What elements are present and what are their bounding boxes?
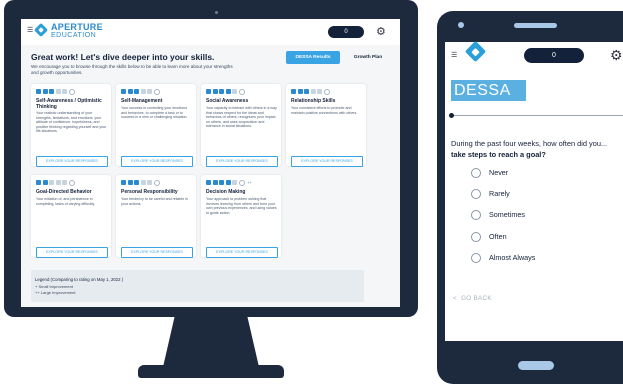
skill-title: Self-Management [121, 98, 163, 104]
answer-option-almost-always[interactable]: Almost Always [471, 252, 535, 263]
notification-count[interactable]: 0 [524, 48, 584, 63]
phone-home-button[interactable] [518, 361, 554, 370]
legend-box: Legend (Comparing to rating on May 1, 20… [31, 270, 364, 302]
legend-title: Legend (Comparing to rating on May 1, 20… [35, 277, 124, 282]
phone-speaker [514, 23, 557, 28]
section-header: DESSA [451, 80, 526, 101]
progress-marker [449, 113, 454, 118]
question-text: take steps to reach a goal? [451, 150, 546, 159]
rating-dots [291, 88, 330, 95]
skill-card: ++ Decision Making Your approach to prob… [201, 175, 281, 258]
desktop-screen: ☰ APERTURE EDUCATION 0 ⚙ Great work! Let… [21, 19, 400, 307]
brand-sub: EDUCATION [51, 32, 97, 39]
monitor-stand-neck [163, 317, 259, 367]
radio-icon[interactable] [471, 252, 481, 263]
radio-icon[interactable] [471, 231, 481, 242]
radio-icon[interactable] [471, 167, 481, 178]
skill-title: Personal Responsibility [121, 189, 178, 195]
gear-icon[interactable]: ⚙ [376, 25, 386, 38]
skill-card: Personal Responsibility Your tendency to… [116, 175, 196, 258]
rating-dots [121, 179, 160, 186]
option-label: Almost Always [489, 253, 536, 262]
option-label: Sometimes [489, 210, 525, 219]
option-label: Rarely [489, 189, 510, 198]
rating-dots [36, 179, 75, 186]
go-back-link[interactable]: < GO BACK [453, 295, 492, 302]
option-label: Often [489, 232, 507, 241]
option-label: Never [489, 168, 509, 177]
skill-card: Self-Awareness / Optimistic Thinking You… [31, 84, 111, 167]
explore-responses-button[interactable]: EXPLORE YOUR RESPONSES [206, 156, 278, 167]
explore-responses-button[interactable]: EXPLORE YOUR RESPONSES [36, 247, 108, 258]
answer-option-never[interactable]: Never [471, 167, 508, 178]
skill-title: Relationship Skills [291, 98, 336, 104]
skill-description: Your capacity to interact with others in… [206, 106, 277, 129]
rating-dots [121, 88, 160, 95]
rating-dots: ++ [206, 179, 252, 186]
gear-icon[interactable]: ⚙ [610, 47, 623, 64]
answer-option-rarely[interactable]: Rarely [471, 188, 510, 199]
go-back-label: GO BACK [461, 295, 492, 302]
question-prompt: During the past four weeks, how often di… [451, 139, 608, 148]
notification-count[interactable]: 0 [328, 26, 364, 38]
aperture-logo-icon [33, 22, 49, 38]
skill-title: Social Awareness [206, 98, 249, 104]
legend-large-improvement: ++ Large Improvement [35, 290, 76, 295]
skill-description: Your success in controlling your emotion… [121, 106, 188, 120]
explore-responses-button[interactable]: EXPLORE YOUR RESPONSES [36, 156, 108, 167]
explore-responses-button[interactable]: EXPLORE YOUR RESPONSES [121, 156, 193, 167]
page-title: Great work! Let's dive deeper into your … [31, 52, 215, 62]
tab-dessa-results[interactable]: DESSA Results [286, 51, 340, 64]
explore-responses-button[interactable]: EXPLORE YOUR RESPONSES [206, 247, 278, 258]
skill-card: Social Awareness Your capacity to intera… [201, 84, 281, 167]
skill-card: Relationship Skills Your consistent effo… [286, 84, 366, 167]
radio-icon[interactable] [471, 188, 481, 199]
skill-title: Self-Awareness / Optimistic Thinking [36, 98, 102, 110]
tab-growth-plan[interactable]: Growth Plan [343, 51, 393, 64]
hamburger-icon[interactable]: ☰ [451, 51, 457, 59]
radio-icon[interactable] [471, 209, 481, 220]
legend-small-improvement: + Small Improvement [35, 284, 73, 289]
progress-track [451, 115, 623, 116]
top-nav-bar: ☰ APERTURE EDUCATION 0 ⚙ [21, 19, 400, 45]
answer-option-often[interactable]: Often [471, 231, 507, 242]
desktop-monitor: ☰ APERTURE EDUCATION 0 ⚙ Great work! Let… [4, 0, 418, 317]
skill-description: Your consistent efforts to promote and m… [291, 106, 358, 115]
rating-dots [36, 88, 75, 95]
skill-description: Your approach to problem solving that in… [206, 197, 277, 215]
skill-description: Your tendency to be careful and reliable… [121, 197, 188, 206]
webcam [215, 11, 218, 14]
phone-camera [458, 22, 464, 28]
skill-card: Goal-Directed Behavior Your initiation o… [31, 175, 111, 258]
explore-responses-button[interactable]: EXPLORE YOUR RESPONSES [291, 156, 363, 167]
explore-responses-button[interactable]: EXPLORE YOUR RESPONSES [121, 247, 193, 258]
hamburger-icon[interactable]: ☰ [27, 27, 33, 34]
skill-description: Your initiation of, and persistence in c… [36, 197, 95, 206]
skill-description: Your realistic understanding of your str… [36, 111, 107, 134]
skill-card: Self-Management Your success in controll… [116, 84, 196, 167]
brand-name: APERTURE [51, 22, 103, 32]
rating-dots [206, 88, 245, 95]
answer-option-sometimes[interactable]: Sometimes [471, 209, 525, 220]
monitor-stand-base [138, 365, 284, 378]
skill-title: Goal-Directed Behavior [36, 189, 92, 195]
skill-title: Decision Making [206, 189, 246, 195]
page-subtitle: We encourage you to browse through the s… [31, 64, 233, 75]
